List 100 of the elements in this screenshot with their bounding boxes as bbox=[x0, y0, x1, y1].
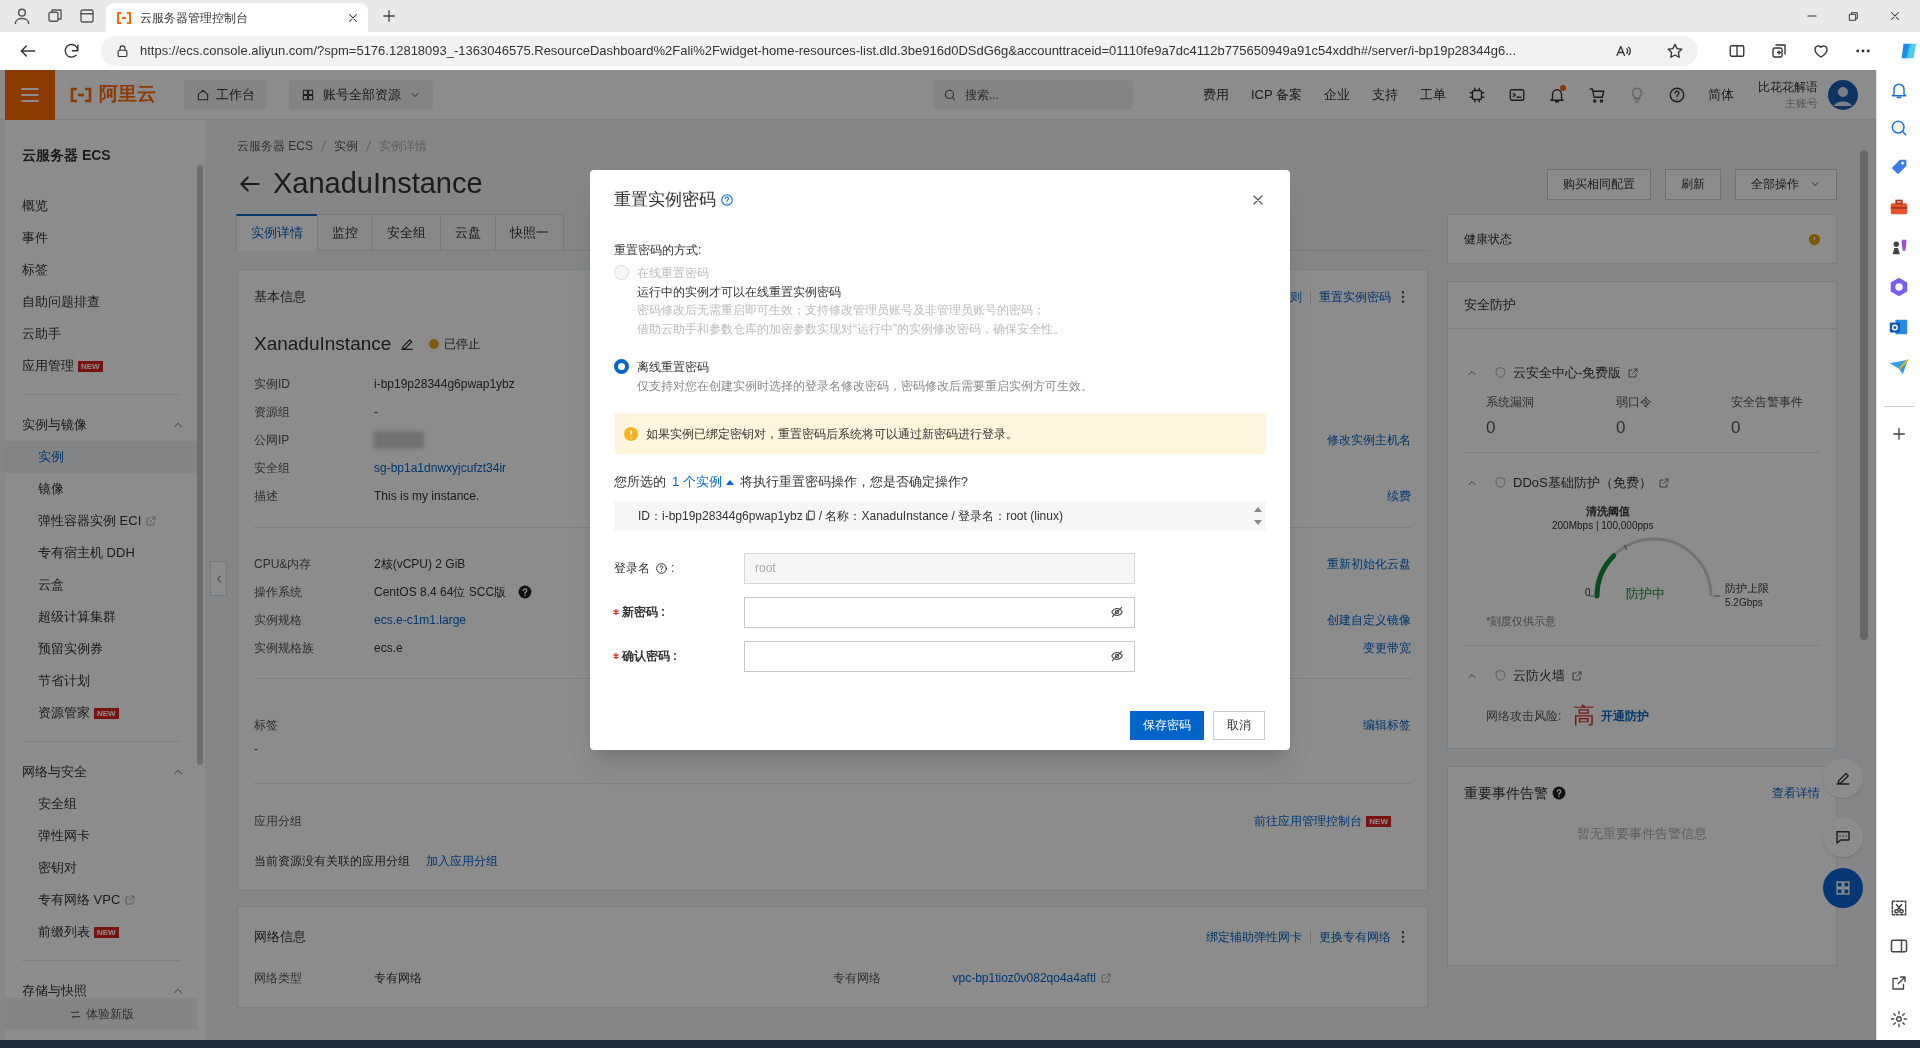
password-field[interactable] bbox=[744, 596, 1135, 628]
external-link-icon[interactable] bbox=[1627, 366, 1640, 379]
address-bar[interactable]: https://ecs.console.aliyun.com/?spm=5176.12818093_-1363046575.ResourceDashboard%2Fali%2Fwidget-home-resources-list.dld.3be916d0DSdG6g&accounttraceid=01110fe9a7dc4112b775650949a91c54xddh#/server/i-bp19p28344g6... bbox=[101, 36, 1699, 66]
field-link[interactable]: sg-bp1a1dnwxyjcufzt34ir bbox=[374, 459, 507, 477]
action-link[interactable]: 续费 bbox=[1387, 487, 1411, 505]
header-link[interactable]: 费用 bbox=[1202, 84, 1229, 105]
action-link[interactable]: 创建自定义镜像 bbox=[1327, 611, 1411, 629]
sidebar-item[interactable]: 密钥对 bbox=[5, 852, 197, 884]
browser-essentials-icon[interactable] bbox=[1812, 42, 1831, 60]
cancel-button[interactable]: 取消 bbox=[1213, 710, 1265, 740]
open-external-icon[interactable] bbox=[1889, 974, 1908, 992]
eye-off-icon[interactable] bbox=[1110, 649, 1124, 663]
stat-label: 安全告警事件 bbox=[1731, 393, 1804, 411]
radio-button[interactable] bbox=[614, 359, 629, 374]
action-link[interactable]: 变更带宽 bbox=[1363, 639, 1411, 657]
sidebar-item[interactable]: 云盒 bbox=[5, 569, 197, 601]
action-link[interactable]: 重置实例密码 bbox=[1319, 288, 1391, 306]
workbench-button[interactable]: 工作台 bbox=[184, 79, 267, 110]
sidebar-item[interactable]: 事件 bbox=[5, 222, 197, 254]
language-link[interactable]: 简体 bbox=[1708, 84, 1734, 105]
sidebar-item[interactable]: 预留实例券 bbox=[5, 633, 197, 665]
breadcrumb-item[interactable]: 云服务器 ECS bbox=[237, 137, 313, 155]
sidebar-item[interactable]: 弹性容器实例 ECI bbox=[5, 505, 197, 537]
workspaces-icon[interactable] bbox=[46, 7, 64, 25]
header-link[interactable]: 企业 bbox=[1324, 84, 1350, 105]
action-link[interactable]: 则 bbox=[1290, 288, 1302, 306]
action-link[interactable]: 编辑标签 bbox=[1363, 716, 1411, 734]
action-link[interactable]: 更换专有网络 bbox=[1319, 927, 1391, 946]
sidebar-item[interactable]: 弹性网卡 bbox=[5, 820, 197, 852]
search-field[interactable]: 搜索... bbox=[932, 79, 1133, 110]
new-tab-icon[interactable] bbox=[380, 7, 398, 25]
restore-icon[interactable] bbox=[1847, 9, 1860, 23]
sidebar-item[interactable]: 应用管理 NEW bbox=[5, 350, 197, 382]
action-link[interactable]: 重新初始化云盘 bbox=[1327, 555, 1411, 573]
sidebar-item[interactable]: 专有网络 VPC bbox=[5, 884, 197, 916]
sidebar-item[interactable]: 概览 bbox=[5, 190, 197, 222]
sidebar-item[interactable]: 前缀列表 NEW bbox=[5, 916, 197, 948]
apps-float-button[interactable] bbox=[1823, 868, 1863, 908]
sidebar-item[interactable]: 标签 bbox=[5, 254, 197, 286]
avatar[interactable] bbox=[1828, 79, 1858, 110]
split-screen-icon[interactable] bbox=[1728, 42, 1747, 60]
sidebar-item[interactable]: 实例 bbox=[5, 441, 197, 473]
external-link-icon[interactable] bbox=[1571, 669, 1583, 682]
action-button[interactable]: 刷新 bbox=[1665, 168, 1721, 200]
option-label[interactable]: 离线重置密码 bbox=[637, 358, 1093, 377]
tab-actions-icon[interactable] bbox=[78, 7, 96, 25]
resource-scope-dropdown[interactable]: 账号全部资源 bbox=[289, 79, 433, 110]
collapse-handle[interactable] bbox=[210, 561, 227, 596]
save-button[interactable]: 保存密码 bbox=[1130, 710, 1204, 740]
sidebar-item[interactable]: 超级计算集群 bbox=[5, 601, 197, 633]
sidebar-item[interactable]: 专有宿主机 DDH bbox=[5, 537, 197, 569]
sidebar-section-header[interactable]: 网络与安全 bbox=[5, 756, 197, 788]
label-colon: : bbox=[671, 560, 675, 577]
refresh-icon[interactable] bbox=[62, 41, 81, 61]
code-icon[interactable] bbox=[1468, 85, 1486, 104]
sidebar-item[interactable]: 镜像 bbox=[5, 473, 197, 505]
sidebar-item[interactable]: 安全组 bbox=[5, 788, 197, 820]
action-link[interactable]: 开通防护 bbox=[1601, 706, 1650, 725]
header-link[interactable]: 工单 bbox=[1420, 84, 1446, 105]
new-version-button[interactable]: 体验新版 bbox=[5, 998, 197, 1030]
field-link[interactable]: ecs.e-c1m1.large bbox=[374, 611, 467, 629]
action-link[interactable]: 查看详情 bbox=[1772, 784, 1820, 802]
sidebar-item[interactable]: 云助手 bbox=[5, 318, 197, 350]
copy-icon[interactable] bbox=[803, 509, 817, 522]
tab[interactable]: 监控 bbox=[317, 214, 373, 251]
sidebar-section-header[interactable]: 存储与快照 bbox=[5, 975, 197, 998]
sidebar-section-header[interactable]: 实例与镜像 bbox=[5, 409, 197, 441]
breadcrumb-item[interactable]: 实例 bbox=[334, 137, 358, 155]
sidebar-icon[interactable] bbox=[1888, 936, 1909, 956]
field-link[interactable]: vpc-bp1tioz0v082qo4a4aftl bbox=[952, 968, 1096, 987]
action-button[interactable]: 购买相同配置 bbox=[1547, 168, 1651, 200]
sidebar-item[interactable]: 自助问题排查 bbox=[5, 286, 197, 318]
collections-icon[interactable] bbox=[1770, 42, 1789, 60]
edit-icon[interactable] bbox=[399, 336, 416, 352]
help-icon[interactable] bbox=[720, 193, 734, 207]
user-name[interactable]: 比花花解语 bbox=[1758, 78, 1818, 95]
action-link[interactable]: 加入应用分组 bbox=[426, 852, 498, 870]
external-link-icon[interactable] bbox=[1657, 476, 1670, 489]
password-field[interactable] bbox=[744, 640, 1135, 672]
header-link[interactable]: 支持 bbox=[1372, 84, 1398, 105]
cart-icon[interactable] bbox=[1588, 85, 1606, 104]
settings-icon[interactable] bbox=[1889, 1010, 1908, 1028]
help-icon[interactable] bbox=[1668, 85, 1686, 104]
sidebar-item[interactable]: 节省计划 bbox=[5, 665, 197, 697]
actions-dropdown[interactable]: 全部操作 bbox=[1735, 168, 1837, 200]
header-link[interactable]: ICP 备案 bbox=[1250, 84, 1302, 105]
eye-off-icon[interactable] bbox=[1110, 605, 1124, 619]
action-link[interactable]: 修改实例主机名 bbox=[1327, 431, 1411, 449]
browser-tab[interactable]: 云服务器管理控制台 bbox=[106, 3, 368, 32]
sidebar-item[interactable]: 资源管家 NEW bbox=[5, 697, 197, 729]
tab[interactable]: 快照一 bbox=[495, 214, 564, 251]
edit-float-button[interactable] bbox=[1823, 758, 1863, 798]
action-link[interactable]: 绑定辅助弹性网卡 bbox=[1206, 927, 1302, 946]
profile-icon[interactable] bbox=[12, 6, 32, 26]
close-icon[interactable] bbox=[1888, 9, 1902, 23]
instances-toggle[interactable]: 1 个实例 bbox=[672, 472, 734, 492]
field-label: CPU&内存 bbox=[254, 556, 313, 573]
star-icon[interactable] bbox=[1666, 42, 1685, 60]
tab[interactable]: 实例详情 bbox=[236, 214, 318, 251]
action-link[interactable]: 前往应用管理控制台 bbox=[1254, 812, 1363, 830]
